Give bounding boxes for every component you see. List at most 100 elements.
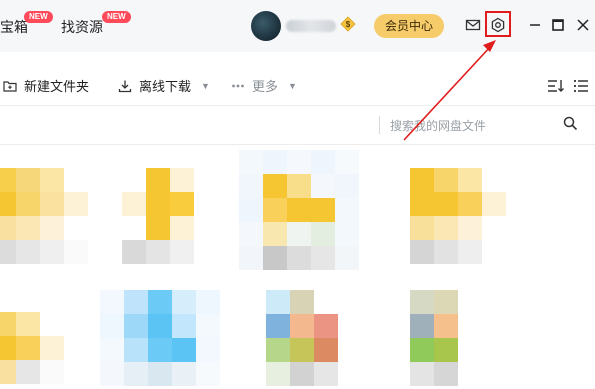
thumbnail-pixel — [122, 168, 146, 192]
thumbnail-pixel — [263, 198, 287, 222]
thumbnail-pixel — [124, 362, 148, 386]
thumbnail-pixel — [239, 222, 263, 246]
vip-diamond-icon: $ — [340, 16, 356, 32]
thumbnail-pixel — [146, 240, 170, 264]
thumbnail-pixel — [194, 192, 218, 216]
thumbnail-pixel — [239, 246, 263, 270]
new-badge: NEW — [102, 11, 131, 23]
thumbnail-pixel — [0, 192, 16, 216]
thumbnail-pixel — [40, 168, 64, 192]
thumbnail-pixel — [287, 174, 311, 198]
new-folder-button[interactable]: 新建文件夹 — [3, 76, 89, 95]
thumbnail-pixel — [100, 362, 124, 386]
thumbnail-pixel — [290, 362, 314, 386]
thumbnail-pixel — [172, 314, 196, 338]
avatar[interactable] — [251, 11, 281, 41]
more-button[interactable]: 更多 ▼ — [231, 76, 297, 95]
thumbnail-pixel — [410, 240, 434, 264]
thumbnail-pixel — [239, 150, 263, 174]
thumbnail-pixel — [64, 240, 88, 264]
thumbnail-pixel — [263, 174, 287, 198]
settings-icon[interactable] — [487, 14, 509, 36]
thumbnail-pixel — [434, 338, 458, 362]
thumbnail-pixel — [239, 198, 263, 222]
thumbnail-pixel — [314, 338, 338, 362]
thumbnail-pixel — [0, 216, 16, 240]
divider — [0, 144, 595, 145]
thumbnail-pixel — [124, 338, 148, 362]
maximize-icon[interactable] — [547, 14, 569, 36]
minimize-icon[interactable] — [524, 14, 546, 36]
thumbnail-pixel — [335, 150, 359, 174]
thumbnail-pixel — [146, 168, 170, 192]
thumbnail-pixel — [16, 192, 40, 216]
download-icon — [118, 80, 132, 92]
thumbnail-pixel — [410, 168, 434, 192]
title-bar: 宝箱 NEW 找资源 NEW $ 会员中心 — [0, 0, 595, 52]
close-icon[interactable] — [572, 14, 594, 36]
nav-item-treasure-box[interactable]: 宝箱 NEW — [0, 11, 53, 37]
search-icon[interactable] — [563, 116, 578, 131]
thumbnail-pixel — [16, 168, 40, 192]
search-bar — [0, 106, 595, 144]
thumbnail-pixel — [290, 290, 314, 314]
mail-icon[interactable] — [462, 14, 484, 36]
thumbnail-pixel — [170, 216, 194, 240]
more-label: 更多 — [252, 79, 279, 94]
thumbnail-pixel — [287, 150, 311, 174]
thumbnail-pixel — [0, 168, 16, 192]
thumbnail-pixel — [311, 222, 335, 246]
thumbnail-pixel — [40, 192, 64, 216]
thumbnail-pixel — [266, 362, 290, 386]
vip-center-button[interactable]: 会员中心 — [374, 14, 444, 38]
offline-download-button[interactable]: 离线下载 ▼ — [118, 76, 210, 95]
sort-icon[interactable] — [545, 75, 567, 97]
thumbnail-pixel — [122, 240, 146, 264]
thumbnail-pixel — [100, 290, 124, 314]
nav-item-label: 宝箱 — [0, 19, 28, 35]
nav-item-find-resources[interactable]: 找资源 NEW — [61, 11, 131, 37]
list-view-icon[interactable] — [570, 75, 592, 97]
thumbnail-pixel — [410, 314, 434, 338]
thumbnail-pixel — [335, 246, 359, 270]
thumbnail-pixel — [40, 360, 64, 384]
thumbnail-pixel — [311, 198, 335, 222]
thumbnail-pixel — [194, 168, 218, 192]
divider — [379, 116, 380, 134]
thumbnail-pixel — [458, 192, 482, 216]
thumbnail-pixel — [16, 312, 40, 336]
username-blurred — [286, 20, 336, 32]
thumbnail-pixel — [458, 362, 482, 386]
thumbnail-pixel — [290, 338, 314, 362]
thumbnail-pixel — [148, 362, 172, 386]
thumbnail-pixel — [194, 240, 218, 264]
thumbnail-pixel — [40, 312, 64, 336]
thumbnail-pixel — [266, 290, 290, 314]
thumbnail-pixel — [287, 246, 311, 270]
thumbnail-pixel — [434, 240, 458, 264]
thumbnail-pixel — [410, 290, 434, 314]
thumbnail-pixel — [458, 290, 482, 314]
search-input[interactable] — [388, 115, 552, 137]
thumbnail-pixel — [458, 240, 482, 264]
thumbnail-pixel — [335, 198, 359, 222]
new-badge: NEW — [24, 11, 53, 23]
thumbnail-pixel — [122, 192, 146, 216]
thumbnail-pixel — [100, 338, 124, 362]
thumbnail-pixel — [311, 174, 335, 198]
thumbnail-pixel — [287, 198, 311, 222]
thumbnail-pixel — [314, 362, 338, 386]
thumbnail-pixel — [64, 192, 88, 216]
thumbnail-pixel — [146, 192, 170, 216]
thumbnail-pixel — [124, 290, 148, 314]
thumbnail-pixel — [172, 338, 196, 362]
thumbnail-pixel — [122, 216, 146, 240]
thumbnail-pixel — [170, 240, 194, 264]
thumbnail-pixel — [290, 314, 314, 338]
thumbnail-pixel — [314, 314, 338, 338]
thumbnail-pixel — [410, 216, 434, 240]
thumbnail-pixel — [314, 290, 338, 314]
thumbnail-pixel — [40, 240, 64, 264]
svg-text:$: $ — [346, 20, 351, 29]
chevron-down-icon: ▼ — [201, 80, 210, 91]
